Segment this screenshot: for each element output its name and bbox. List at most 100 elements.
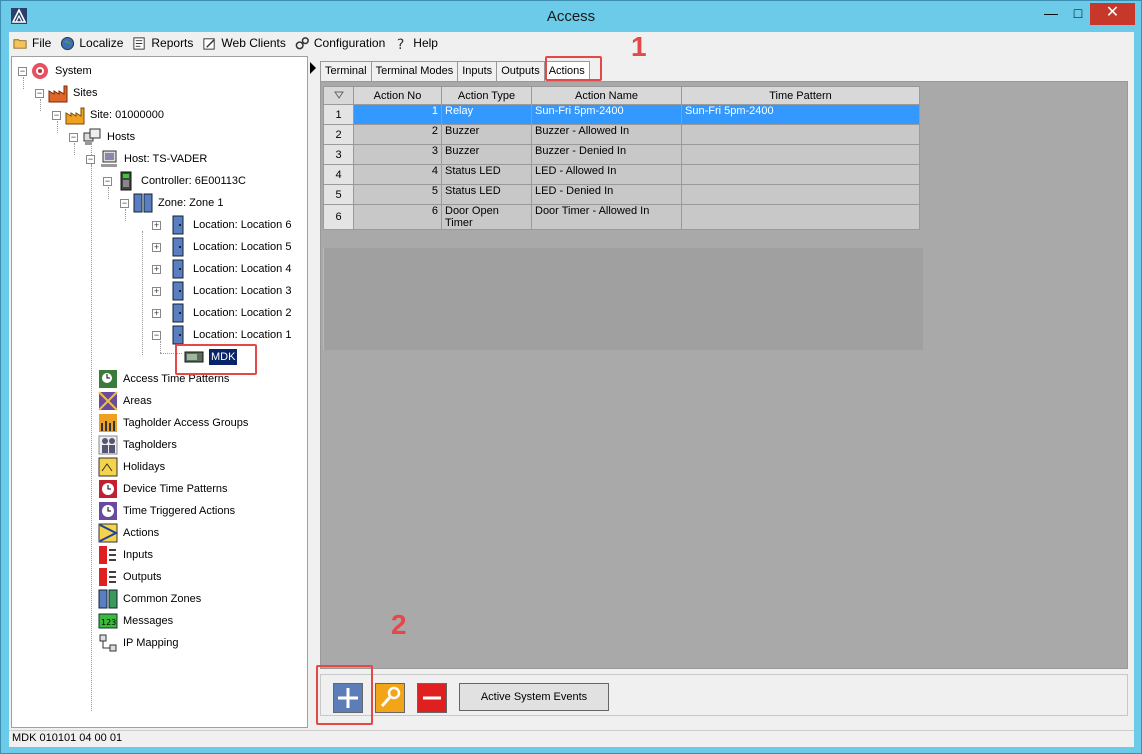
expand-toggle[interactable]: +: [152, 287, 161, 296]
close-button[interactable]: ✕: [1090, 3, 1135, 25]
table-row[interactable]: 6 6 Door Open Timer Door Timer - Allowed…: [323, 204, 920, 230]
table-row[interactable]: 4 4 Status LED LED - Allowed In: [323, 164, 920, 185]
collapse-toggle[interactable]: −: [69, 133, 78, 142]
column-header-action-no[interactable]: Action No: [353, 86, 442, 105]
tree-node-time-triggered-actions[interactable]: Time Triggered Actions: [98, 501, 235, 521]
tree-node-holidays[interactable]: Holidays: [98, 457, 165, 477]
menu-localize[interactable]: Localize: [60, 36, 123, 51]
tab-outputs[interactable]: Outputs: [496, 61, 545, 81]
delete-button[interactable]: [417, 683, 447, 713]
tree-node-controller[interactable]: Controller: 6E00113C: [116, 171, 246, 191]
panel-splitter[interactable]: [309, 56, 317, 728]
cell-action-type[interactable]: Status LED: [441, 184, 532, 205]
tree-node-location[interactable]: Location: Location 2: [168, 303, 291, 323]
collapse-toggle[interactable]: −: [86, 155, 95, 164]
row-header[interactable]: 4: [323, 164, 354, 185]
cell-action-no[interactable]: 4: [353, 164, 442, 185]
tree-node-site[interactable]: Site: 01000000: [65, 105, 164, 125]
table-row[interactable]: 1 1 Relay Sun-Fri 5pm-2400 Sun-Fri 5pm-2…: [323, 104, 920, 125]
cell-action-name[interactable]: Buzzer - Allowed In: [531, 124, 682, 145]
tab-inputs[interactable]: Inputs: [457, 61, 498, 81]
active-system-events-button[interactable]: Active System Events: [459, 683, 609, 711]
tree-node-location[interactable]: Location: Location 5: [168, 237, 291, 257]
cell-action-no[interactable]: 3: [353, 144, 442, 165]
expand-toggle[interactable]: +: [152, 221, 161, 230]
collapse-arrow-icon[interactable]: [310, 62, 316, 74]
cell-time-pattern[interactable]: Sun-Fri 5pm-2400: [681, 104, 920, 125]
cell-action-type[interactable]: Relay: [441, 104, 532, 125]
cell-time-pattern[interactable]: [681, 124, 920, 145]
cell-action-name[interactable]: Buzzer - Denied In: [531, 144, 682, 165]
expand-toggle[interactable]: +: [152, 243, 161, 252]
tree-node-tagholders[interactable]: Tagholders: [98, 435, 177, 455]
cell-action-type[interactable]: Door Open Timer: [441, 204, 532, 230]
grid-corner[interactable]: [323, 86, 354, 105]
collapse-toggle[interactable]: −: [103, 177, 112, 186]
maximize-button[interactable]: □: [1064, 3, 1092, 25]
tree-node-sites[interactable]: Sites: [48, 83, 97, 103]
expand-toggle[interactable]: +: [152, 309, 161, 318]
expand-toggle[interactable]: +: [152, 265, 161, 274]
menu-reports[interactable]: Reports: [132, 36, 193, 51]
table-row[interactable]: 2 2 Buzzer Buzzer - Allowed In: [323, 124, 920, 145]
tree-node-device-time-patterns[interactable]: Device Time Patterns: [98, 479, 228, 499]
tree-node-location[interactable]: Location: Location 4: [168, 259, 291, 279]
cell-action-no[interactable]: 5: [353, 184, 442, 205]
table-row[interactable]: 5 5 Status LED LED - Denied In: [323, 184, 920, 205]
collapse-toggle[interactable]: −: [120, 199, 129, 208]
actions-grid[interactable]: Action No Action Type Action Name Time P…: [323, 86, 920, 230]
cell-time-pattern[interactable]: [681, 184, 920, 205]
cell-action-name[interactable]: LED - Allowed In: [531, 164, 682, 185]
minimize-button[interactable]: —: [1037, 3, 1065, 25]
cell-action-no[interactable]: 6: [353, 204, 442, 230]
tree-node-actions[interactable]: Actions: [98, 523, 159, 543]
row-header[interactable]: 5: [323, 184, 354, 205]
cell-action-name[interactable]: Sun-Fri 5pm-2400: [531, 104, 682, 125]
tree-node-location[interactable]: Location: Location 1: [168, 325, 291, 345]
collapse-toggle[interactable]: −: [35, 89, 44, 98]
tree-node-inputs[interactable]: Inputs: [98, 545, 153, 565]
menu-web-clients[interactable]: Web Clients: [202, 36, 286, 51]
cell-time-pattern[interactable]: [681, 144, 920, 165]
cell-action-no[interactable]: 1: [353, 104, 442, 125]
tree-node-areas[interactable]: Areas: [98, 391, 152, 411]
cell-action-type[interactable]: Buzzer: [441, 144, 532, 165]
tree-node-zone[interactable]: Zone: Zone 1: [133, 193, 223, 213]
cell-action-no[interactable]: 2: [353, 124, 442, 145]
collapse-toggle[interactable]: −: [152, 331, 161, 340]
menu-configuration[interactable]: Configuration: [295, 36, 385, 51]
tree-node-host[interactable]: Host: TS-VADER: [99, 149, 207, 169]
tab-terminal[interactable]: Terminal: [320, 61, 372, 81]
column-header-time-pattern[interactable]: Time Pattern: [681, 86, 920, 105]
cell-action-name[interactable]: Door Timer - Allowed In: [531, 204, 682, 230]
row-header[interactable]: 2: [323, 124, 354, 145]
menu-file[interactable]: File: [13, 36, 51, 51]
tree-node-location[interactable]: Location: Location 6: [168, 215, 291, 235]
cell-time-pattern[interactable]: [681, 204, 920, 230]
tree-node-ip-mapping[interactable]: IP Mapping: [98, 633, 178, 653]
navigation-tree[interactable]: − System − Sites − Site: 01000000 − Host…: [11, 56, 308, 728]
cell-action-name[interactable]: LED - Denied In: [531, 184, 682, 205]
table-row[interactable]: 3 3 Buzzer Buzzer - Denied In: [323, 144, 920, 165]
row-header[interactable]: 1: [323, 104, 354, 125]
cell-action-type[interactable]: Buzzer: [441, 124, 532, 145]
row-header[interactable]: 6: [323, 204, 354, 230]
tree-node-location[interactable]: Location: Location 3: [168, 281, 291, 301]
cell-action-type[interactable]: Status LED: [441, 164, 532, 185]
collapse-toggle[interactable]: −: [52, 111, 61, 120]
cell-time-pattern[interactable]: [681, 164, 920, 185]
column-header-action-type[interactable]: Action Type: [441, 86, 532, 105]
tree-node-hosts[interactable]: Hosts: [82, 127, 135, 147]
tree-node-tagholder-access-groups[interactable]: Tagholder Access Groups: [98, 413, 248, 433]
menu-help[interactable]: ? Help: [394, 36, 438, 51]
tab-terminal-modes[interactable]: Terminal Modes: [370, 61, 459, 81]
tree-node-common-zones[interactable]: Common Zones: [98, 589, 201, 609]
collapse-toggle[interactable]: −: [18, 67, 27, 76]
edit-button[interactable]: [375, 683, 405, 713]
tree-node-system[interactable]: System: [30, 61, 92, 81]
row-header[interactable]: 3: [323, 144, 354, 165]
tree-node-messages[interactable]: 123 Messages: [98, 611, 173, 631]
tree-node-outputs[interactable]: Outputs: [98, 567, 162, 587]
column-header-action-name[interactable]: Action Name: [531, 86, 682, 105]
title-bar[interactable]: Access — □ ✕: [1, 1, 1141, 32]
